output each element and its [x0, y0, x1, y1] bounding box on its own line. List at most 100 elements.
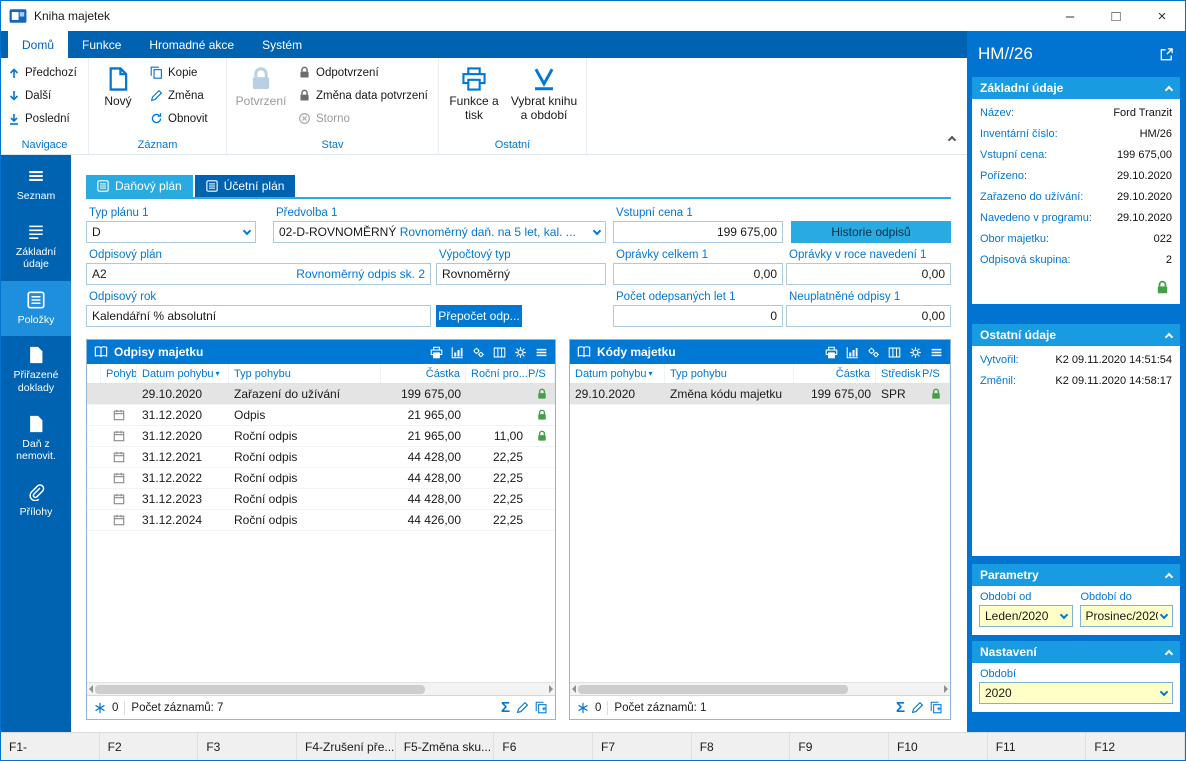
select-book-period-button[interactable]: Vybrat knihu a období	[507, 61, 581, 135]
maximize-button[interactable]: □	[1093, 1, 1139, 31]
copy-button[interactable]: Kopie	[145, 61, 213, 84]
print-icon[interactable]	[430, 346, 443, 359]
columns-icon[interactable]	[493, 346, 506, 359]
fkey-f10[interactable]: F10	[889, 733, 988, 760]
unconfirm-button[interactable]: Odpotvrzení	[293, 61, 433, 84]
column-header-castka[interactable]: Částka	[794, 364, 876, 383]
table-row[interactable]: 31.12.2022 Roční odpis 44 428,00 22,25	[87, 468, 555, 489]
scroll-right-arrow[interactable]	[549, 685, 553, 693]
copy-add-icon[interactable]	[535, 701, 548, 714]
column-header-rocni-procento[interactable]: Roční pro...	[466, 364, 528, 383]
dropdown-chevron-icon[interactable]	[1160, 688, 1168, 696]
sum-icon[interactable]: Σ	[501, 700, 510, 715]
section-header-parametry[interactable]: Parametry	[972, 564, 1180, 586]
scrollbar-thumb[interactable]	[95, 685, 425, 694]
column-header-castka[interactable]: Částka	[381, 364, 466, 383]
tab-ucetni-plan[interactable]: Účetní plán	[195, 175, 296, 197]
refresh-button[interactable]: Obnovit	[145, 107, 213, 130]
opravky-navedeni-input[interactable]: 0,00	[786, 263, 951, 285]
ribbon-tab-funkce[interactable]: Funkce	[68, 31, 135, 58]
ribbon-tab-domu[interactable]: Domů	[8, 31, 68, 58]
table-row[interactable]: 31.12.2020 Odpis 21 965,00	[87, 405, 555, 426]
confirm-button[interactable]: Potvrzení	[229, 61, 293, 135]
neuplatnene-input[interactable]: 0,00	[786, 305, 951, 327]
column-header-ps[interactable]: P/S	[922, 364, 950, 383]
gears-icon[interactable]	[472, 346, 485, 359]
opravky-celkem-input[interactable]: 0,00	[613, 263, 783, 285]
previous-button[interactable]: Předchozí	[3, 61, 82, 84]
print-icon[interactable]	[825, 346, 838, 359]
fkey-f1[interactable]: F1-	[1, 733, 100, 760]
historie-odpisu-button[interactable]: Historie odpisů	[791, 221, 951, 243]
vstupni-cena-input[interactable]: 199 675,00	[613, 221, 783, 243]
copy-add-icon[interactable]	[930, 701, 943, 714]
scrollbar-thumb[interactable]	[578, 685, 848, 694]
dropdown-chevron-icon[interactable]	[593, 227, 601, 235]
chart-icon[interactable]	[846, 346, 859, 359]
prepocet-button[interactable]: Přepočet odp...	[436, 305, 522, 327]
edit-icon[interactable]	[516, 701, 529, 714]
settings-gear-icon[interactable]	[514, 346, 527, 359]
menu-icon[interactable]	[535, 346, 548, 359]
sum-icon[interactable]: Σ	[896, 700, 905, 715]
gears-icon[interactable]	[867, 346, 880, 359]
scroll-right-arrow[interactable]	[944, 685, 948, 693]
table-row[interactable]: 31.12.2020 Roční odpis 21 965,00 11,00	[87, 426, 555, 447]
chart-icon[interactable]	[451, 346, 464, 359]
column-header-typ-pohybu[interactable]: Typ pohybu	[665, 364, 794, 383]
horizontal-scrollbar[interactable]	[570, 682, 950, 695]
frozen-rows-icon[interactable]	[577, 702, 589, 714]
table-row[interactable]: 29.10.2020 Zařazení do užívání 199 675,0…	[87, 384, 555, 405]
fkey-f2[interactable]: F2	[100, 733, 199, 760]
column-header-typ-pohybu[interactable]: Typ pohybu	[229, 364, 381, 383]
predvolba-input[interactable]: 02-D-ROVNOMĚRNÝ Rovnoměrný daň. na 5 let…	[273, 221, 606, 243]
scroll-left-arrow[interactable]	[89, 685, 93, 693]
settings-gear-icon[interactable]	[909, 346, 922, 359]
ribbon-tab-system[interactable]: Systém	[248, 31, 316, 58]
column-header-pohyb[interactable]: Pohyb	[101, 364, 137, 383]
last-button[interactable]: Poslední	[3, 107, 82, 130]
section-header-ostatni-udaje[interactable]: Ostatní údaje	[972, 324, 1180, 346]
typ-planu-input[interactable]: D	[86, 221, 256, 243]
fkey-f5[interactable]: F5-Změna sku...	[396, 733, 495, 760]
fkey-f4[interactable]: F4-Zrušení pře...	[297, 733, 396, 760]
frozen-rows-icon[interactable]	[94, 702, 106, 714]
change-button[interactable]: Změna	[145, 84, 213, 107]
obdobi-input[interactable]: 2020	[979, 682, 1173, 704]
column-header-ps[interactable]: P/S	[528, 364, 555, 383]
dropdown-chevron-icon[interactable]	[1160, 611, 1168, 619]
dropdown-chevron-icon[interactable]	[1059, 611, 1067, 619]
minimize-button[interactable]: –	[1047, 1, 1093, 31]
table-row[interactable]: 29.10.2020 Změna kódu majetku 199 675,00…	[570, 384, 950, 405]
new-button[interactable]: Nový	[91, 61, 145, 135]
collapse-ribbon-button[interactable]	[949, 132, 955, 146]
functions-print-button[interactable]: Funkce a tisk	[441, 61, 507, 135]
tab-danovy-plan[interactable]: Daňový plán	[86, 175, 193, 197]
vypoctovy-typ-input[interactable]: Rovnoměrný	[436, 263, 606, 285]
column-header-datum-pohybu[interactable]: Datum pohybu▾	[137, 364, 229, 383]
odpisovy-plan-input[interactable]: A2 Rovnoměrný odpis sk. 2	[86, 263, 431, 285]
change-confirm-date-button[interactable]: Změna data potvrzení	[293, 84, 433, 107]
table-row[interactable]: 31.12.2021 Roční odpis 44 428,00 22,25	[87, 447, 555, 468]
storno-button[interactable]: Storno	[293, 107, 433, 130]
menu-icon[interactable]	[930, 346, 943, 359]
fkey-f7[interactable]: F7	[593, 733, 692, 760]
sidebar-item-seznam[interactable]: Seznam	[1, 157, 71, 213]
close-button[interactable]: ×	[1139, 1, 1185, 31]
table-row[interactable]: 31.12.2023 Roční odpis 44 428,00 22,25	[87, 489, 555, 510]
ribbon-tab-hromadne-akce[interactable]: Hromadné akce	[135, 31, 248, 58]
obdobi-od-input[interactable]: Leden/2020	[979, 605, 1073, 627]
fkey-f8[interactable]: F8	[692, 733, 791, 760]
next-button[interactable]: Další	[3, 84, 82, 107]
odpisovy-rok-input[interactable]: Kalendářní % absolutní	[86, 305, 431, 327]
fkey-f6[interactable]: F6	[494, 733, 593, 760]
edit-icon[interactable]	[911, 701, 924, 714]
column-header-datum-pohybu[interactable]: Datum pohybu▾	[570, 364, 665, 383]
open-in-new-icon[interactable]	[1159, 47, 1174, 62]
fkey-f12[interactable]: F12	[1086, 733, 1185, 760]
fkey-f3[interactable]: F3	[198, 733, 297, 760]
sidebar-item-prirazene-doklady[interactable]: Přiřazené doklady	[1, 336, 71, 404]
sidebar-item-polozky[interactable]: Položky	[1, 281, 71, 337]
sidebar-item-dan-z-nemovitosti[interactable]: Daň z nemovit.	[1, 405, 71, 473]
horizontal-scrollbar[interactable]	[87, 682, 555, 695]
